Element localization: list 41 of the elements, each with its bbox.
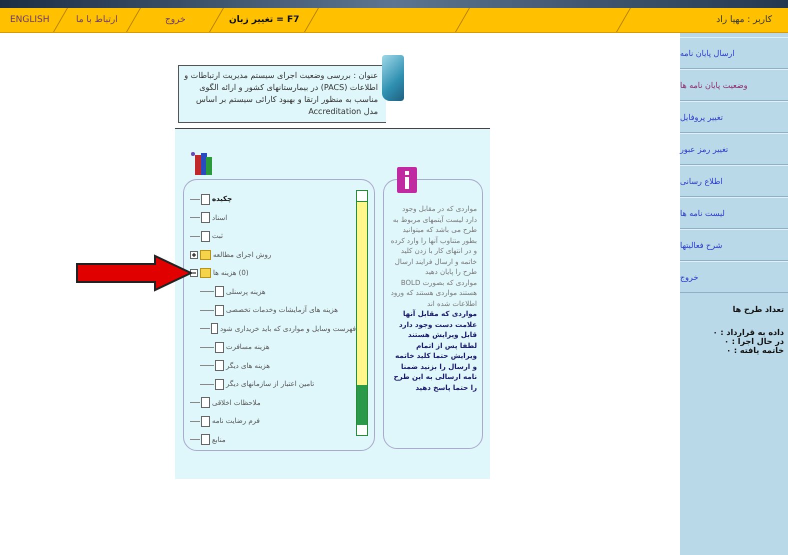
document-icon (215, 360, 224, 372)
scrollbar[interactable] (356, 190, 368, 436)
sidebar-link[interactable]: خروج (680, 261, 788, 293)
document-icon (201, 230, 210, 242)
sidebar-link[interactable]: تغییر رمز عبور (680, 133, 788, 165)
document-icon (215, 342, 224, 353)
user-label: کاربر : مهیا راد (716, 15, 773, 25)
books-icon (191, 151, 213, 177)
sidebar-link[interactable]: شرح فعالیتها (680, 229, 788, 261)
plus-icon (192, 252, 196, 257)
stat-text: در حال اجرا : ۰ (723, 337, 785, 346)
folder-icon (200, 250, 211, 260)
stat-text: داده به قرارداد : ۰ (712, 328, 785, 337)
sidebar-link[interactable]: اطلاع رسانی (680, 165, 788, 197)
document-icon (201, 194, 210, 205)
document-icon (201, 212, 210, 224)
sidebar-link[interactable]: لیست نامه ها (680, 197, 788, 229)
sidebar-link[interactable]: تغییر پروفایل (680, 101, 788, 133)
top-bar-link[interactable]: ENGLISH (10, 15, 50, 25)
document-icon (201, 416, 210, 427)
minus-icon (192, 271, 196, 276)
top-bar-link[interactable]: F7 = تغییر زبان (228, 15, 300, 25)
document-icon (215, 378, 224, 390)
document-icon (210, 323, 218, 334)
sidebar-link[interactable]: وضعیت پایان نامه ها (680, 69, 788, 101)
top-bar-link[interactable]: ارتباط با ما (76, 15, 118, 25)
arrow-icon (75, 254, 193, 292)
expand-toggle[interactable] (190, 250, 198, 259)
document-icon (201, 397, 210, 408)
title-text: عنوان : بررسی وضعیت اجرای سیستم مدیریت ارتباطات و اطلاعات (PACS) در بیمارستانهای کشور و ارائه الگوی مناسب به منظور ارتقا و بهبود کارائی سیستم بر اساس مدل Accreditation (184, 71, 378, 116)
document-icon (215, 304, 224, 316)
folder-icon (200, 268, 211, 278)
stat-text: خاتمه یافته : ۰ (725, 346, 785, 355)
top-bar-link[interactable]: خروج (164, 15, 186, 25)
document-icon (201, 434, 210, 446)
expand-toggle[interactable] (190, 269, 198, 278)
stats-title: تعداد طرح ها (732, 304, 785, 316)
sidebar-link[interactable]: ارسال پایان نامه (680, 37, 788, 69)
info-icon (397, 167, 417, 193)
document-icon (215, 286, 224, 298)
notebook-icon (382, 55, 404, 101)
